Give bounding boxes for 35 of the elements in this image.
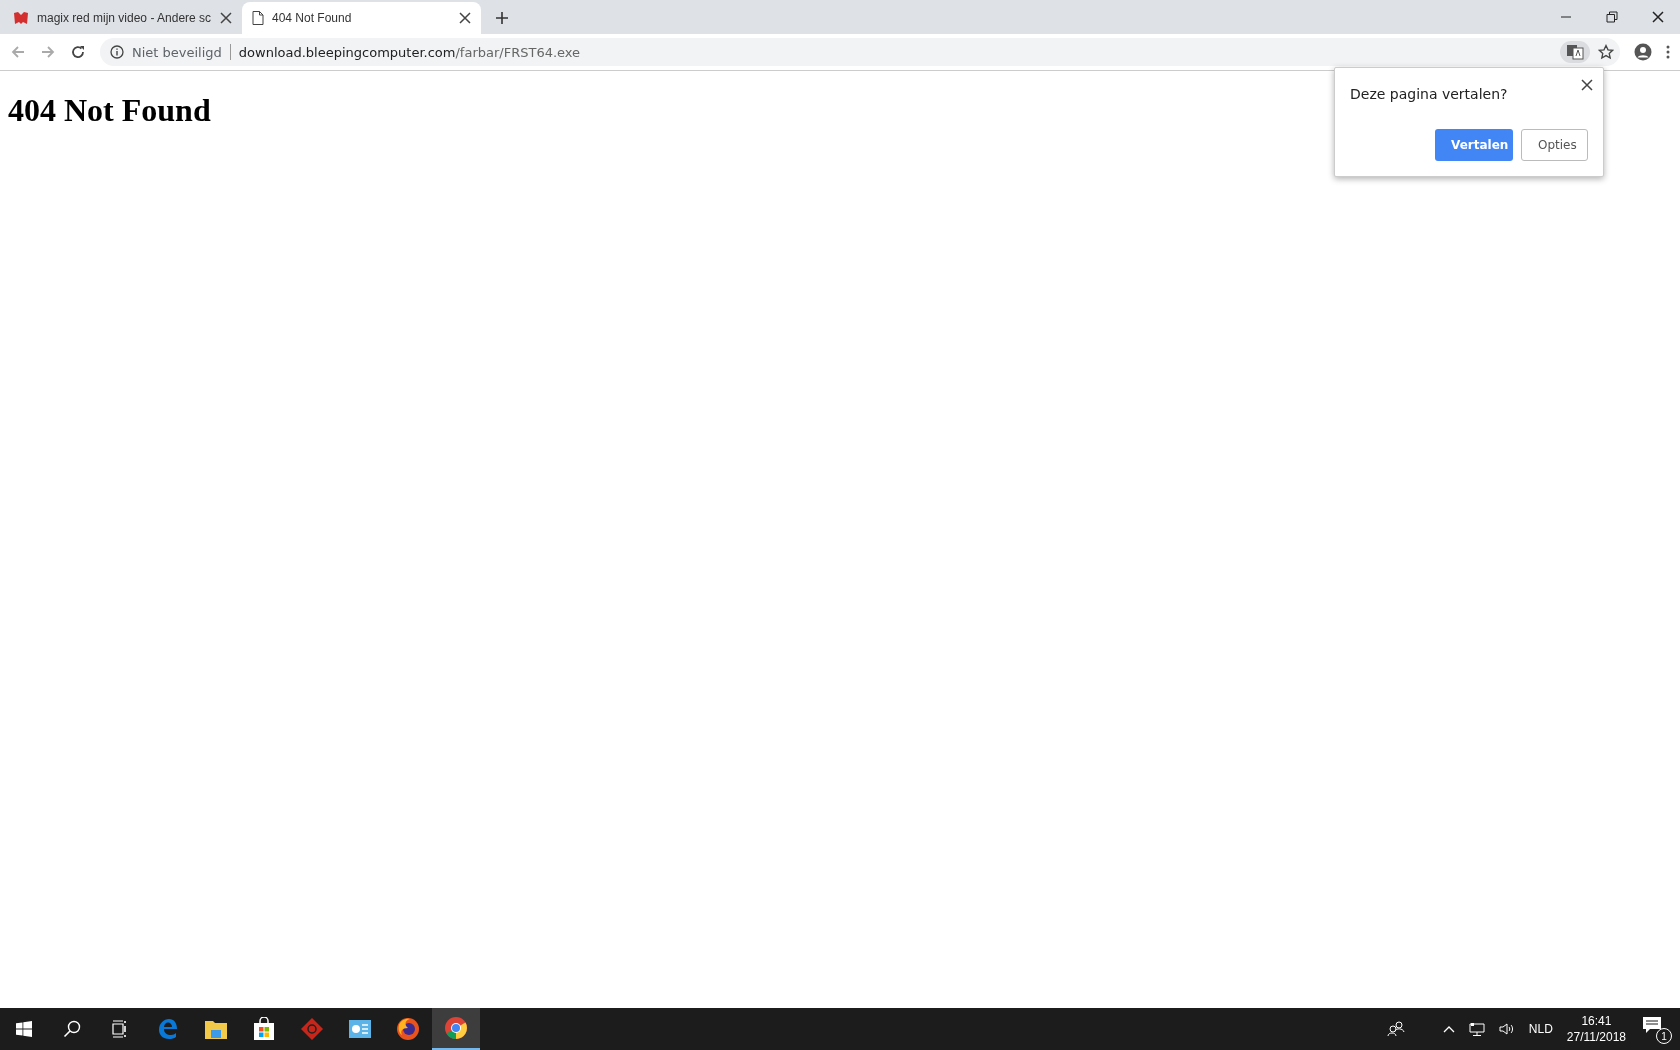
tab-title: 404 Not Found bbox=[272, 11, 353, 25]
tab-close-icon[interactable] bbox=[220, 12, 232, 24]
clock[interactable]: 16:41 27/11/2018 bbox=[1566, 1013, 1626, 1045]
popup-close-icon[interactable] bbox=[1581, 79, 1593, 91]
tab-title: magix red mijn video - Andere sc bbox=[37, 11, 212, 25]
clock-time: 16:41 bbox=[1581, 1013, 1612, 1029]
translate-button[interactable]: Vertalen bbox=[1435, 129, 1513, 161]
options-button[interactable]: Opties bbox=[1521, 129, 1588, 161]
reload-icon[interactable] bbox=[70, 44, 86, 60]
menu-icon[interactable] bbox=[1666, 45, 1670, 59]
account-icon[interactable] bbox=[1634, 43, 1652, 61]
language-indicator[interactable]: NLD bbox=[1528, 1022, 1553, 1036]
clock-date: 27/11/2018 bbox=[1566, 1029, 1626, 1045]
restore-icon[interactable] bbox=[1606, 11, 1618, 23]
notification-icon[interactable] bbox=[1642, 1016, 1662, 1034]
window-close-icon[interactable] bbox=[1652, 11, 1664, 23]
browser-tab[interactable]: magix red mijn video - Andere sc bbox=[3, 2, 242, 34]
tab-favicon-icon bbox=[13, 11, 29, 25]
notification-count: 1 bbox=[1656, 1028, 1672, 1044]
page-icon bbox=[252, 11, 264, 25]
tab-close-icon[interactable] bbox=[459, 12, 471, 24]
security-label: Niet beveiligd bbox=[132, 44, 222, 60]
url-text: download.bleepingcomputer.com/farbar/FRST64.exe bbox=[238, 44, 581, 60]
new-tab-icon[interactable] bbox=[495, 11, 509, 25]
browser-tab[interactable]: 404 Not Found bbox=[242, 2, 481, 34]
translate-icon[interactable] bbox=[1560, 41, 1590, 63]
bookmark-star-icon[interactable] bbox=[1598, 44, 1614, 60]
network-icon[interactable] bbox=[1468, 1021, 1485, 1037]
address-bar[interactable]: Niet beveiligd download.bleepingcomputer.com/farbar/FRST64.exe bbox=[100, 38, 1620, 66]
people-icon[interactable] bbox=[1386, 1021, 1405, 1037]
popup-question: Deze pagina vertalen? bbox=[1350, 86, 1508, 102]
page-heading: 404 Not Found bbox=[8, 92, 211, 129]
speaker-icon[interactable] bbox=[1498, 1021, 1515, 1037]
info-icon bbox=[110, 45, 124, 59]
chevron-up-icon[interactable] bbox=[1442, 1025, 1455, 1033]
